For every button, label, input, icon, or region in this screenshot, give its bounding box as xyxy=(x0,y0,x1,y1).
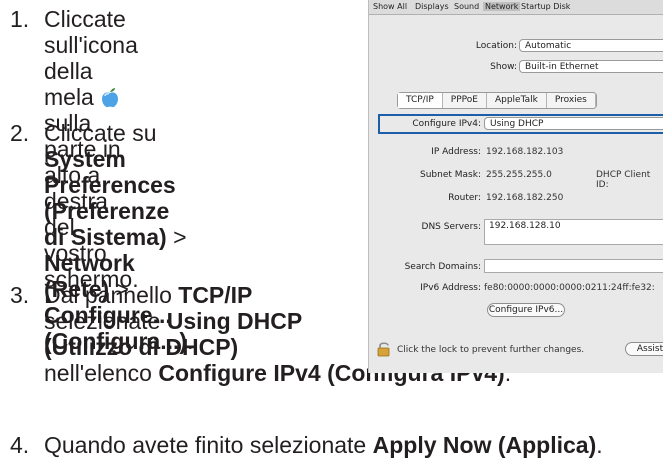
ip-address-label: IP Address: xyxy=(431,147,481,157)
show-popup[interactable]: Built-in Ethernet xyxy=(519,60,663,73)
step-text-line: Preferences (Preferenze xyxy=(44,172,193,224)
step-number: 1. xyxy=(10,6,30,32)
tab-appletalk[interactable]: AppleTalk xyxy=(487,93,547,108)
step-bold: Network xyxy=(44,250,135,276)
location-popup[interactable]: Automatic xyxy=(519,39,663,52)
tab-tcpip[interactable]: TCP/IP xyxy=(398,93,443,108)
step-text: Cliccate su xyxy=(44,120,157,146)
step-number: 3. xyxy=(10,282,30,308)
assist-button[interactable]: Assist xyxy=(625,342,663,356)
router-label: Router: xyxy=(448,193,481,203)
toolbar-startup-disk[interactable]: Startup Disk xyxy=(521,2,570,11)
step-bold: TCP/IP xyxy=(178,282,253,308)
ipv6-address-value: fe80:0000:0000:0000:0211:24ff:fe32: xyxy=(484,283,655,293)
step-text: Quando avete finito selezionate xyxy=(44,432,373,458)
router-value: 192.168.182.250 xyxy=(486,193,564,203)
step-bold: Apply Now (Applica) xyxy=(372,432,597,458)
network-preferences-window: Show All Displays Sound Network Startup … xyxy=(368,0,663,373)
step-text: . xyxy=(596,432,603,458)
step-text: > xyxy=(166,224,187,250)
step-text-line: Cliccate su System xyxy=(44,120,193,172)
step-number: 2. xyxy=(10,120,30,146)
search-domains-label: Search Domains: xyxy=(404,262,481,272)
configure-ipv4-label: Configure IPv4: xyxy=(412,119,481,129)
step-text: Cliccate sull'icona della xyxy=(44,6,138,84)
dns-servers-field[interactable]: 192.168.128.10 xyxy=(484,219,663,245)
subnet-mask-value: 255.255.255.0 xyxy=(486,170,552,180)
step-text: mela xyxy=(44,84,101,110)
lock-text: Click the lock to prevent further change… xyxy=(397,345,585,355)
show-label: Show: xyxy=(490,62,517,72)
ipv6-address-label: IPv6 Address: xyxy=(420,283,481,293)
step-text: Dal pannello xyxy=(44,282,179,308)
tab-bar: TCP/IP PPPoE AppleTalk Proxies xyxy=(397,92,597,109)
step-text: selezionate xyxy=(44,308,167,334)
step-text: nell'elenco xyxy=(44,360,159,386)
step-bold: System xyxy=(44,146,126,172)
toolbar: Show All Displays Sound Network Startup … xyxy=(369,0,663,15)
configure-ipv4-popup[interactable]: Using DHCP xyxy=(484,117,663,130)
step-bold: Using DHCP xyxy=(166,308,303,334)
toolbar-sound[interactable]: Sound xyxy=(454,2,479,11)
location-label: Location: xyxy=(475,41,517,51)
toolbar-show-all[interactable]: Show All xyxy=(373,2,407,11)
apple-icon xyxy=(100,87,120,108)
search-domains-field[interactable] xyxy=(484,259,663,273)
ip-address-value: 192.168.182.103 xyxy=(486,147,564,157)
configure-ipv6-button[interactable]: Configure IPv6... xyxy=(487,303,565,317)
subnet-mask-label: Subnet Mask: xyxy=(420,170,481,180)
step-body: Quando avete finito selezionate Apply No… xyxy=(44,432,603,458)
dns-servers-label: DNS Servers: xyxy=(421,222,481,232)
toolbar-network[interactable]: Network xyxy=(483,2,521,11)
tab-proxies[interactable]: Proxies xyxy=(547,93,596,108)
dhcp-client-id-label: DHCP Client ID: xyxy=(596,170,651,190)
step-bold: Preferences (Preferenze xyxy=(44,172,176,224)
tab-pppoe[interactable]: PPPoE xyxy=(443,93,487,108)
toolbar-displays[interactable]: Displays xyxy=(415,2,449,11)
lock-icon[interactable] xyxy=(377,341,391,357)
step-number: 4. xyxy=(10,432,30,458)
step-bold: (Utilizzo di DHCP) xyxy=(44,334,239,360)
step-text-line: di Sistema) > Network xyxy=(44,224,193,276)
step-bold: di Sistema) xyxy=(44,224,167,250)
